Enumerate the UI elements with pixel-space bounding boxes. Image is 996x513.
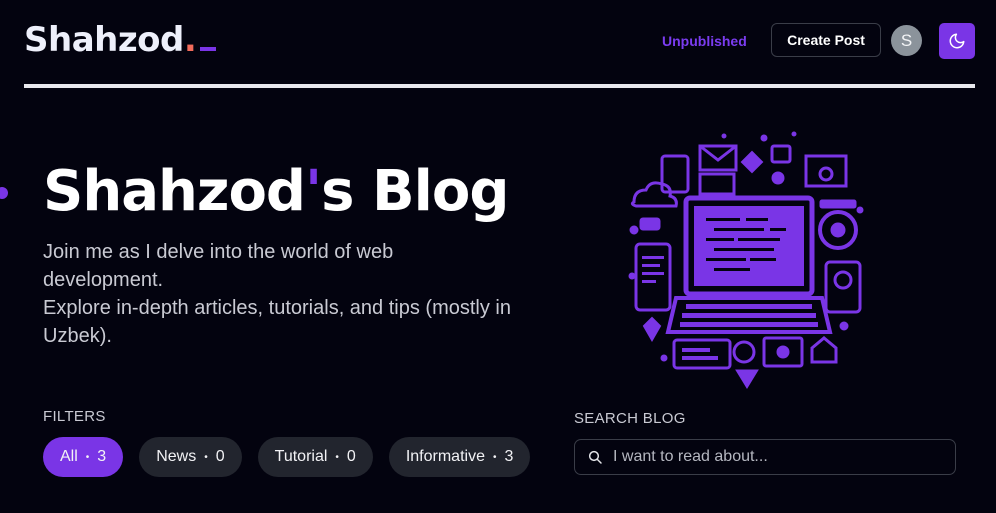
filter-chip-count: 0 [215, 448, 225, 465]
nav-unpublished-link[interactable]: Unpublished [662, 33, 747, 49]
theme-toggle-button[interactable] [939, 23, 975, 59]
filters-label: FILTERS [43, 408, 106, 425]
title-apostrophe: ' [305, 159, 322, 224]
search-label: SEARCH BLOG [574, 410, 686, 427]
logo-text: Shahzod [24, 20, 184, 60]
side-indicator-dot [0, 187, 8, 199]
filter-chip-group: All • 3 News • 0 Tutorial • 0 Informativ… [43, 437, 531, 477]
header-divider [24, 84, 975, 88]
title-part-name: Shahzod [43, 159, 306, 224]
filter-chip-count: 0 [346, 448, 356, 465]
filter-chip-news[interactable]: News • 0 [139, 437, 242, 477]
filter-chip-separator: • [204, 451, 208, 463]
filter-chip-separator: • [85, 451, 90, 463]
logo-dot: . [183, 20, 197, 60]
avatar[interactable]: S [891, 25, 922, 56]
filter-chip-label: Informative [405, 448, 485, 465]
filter-chip-label: All [60, 448, 78, 465]
filter-chip-informative[interactable]: Informative • 3 [388, 437, 531, 477]
search-input[interactable] [611, 447, 955, 467]
hero-description-line-2: Explore in-depth articles, tutorials, an… [43, 297, 511, 347]
filter-chip-label: Tutorial [274, 448, 328, 465]
filter-chip-separator: • [492, 451, 497, 463]
laptop-illustration [628, 131, 864, 389]
page-title: Shahzod's Blog [43, 157, 509, 227]
filter-chip-count: 3 [504, 448, 514, 465]
filter-chip-all[interactable]: All • 3 [43, 437, 124, 477]
title-part-blog: s Blog [321, 159, 509, 224]
site-logo[interactable]: Shahzod. [24, 20, 217, 60]
filter-chip-label: News [156, 448, 197, 465]
logo-cursor [200, 47, 217, 51]
moon-icon [949, 33, 965, 49]
filter-chip-count: 3 [97, 448, 107, 465]
create-post-button[interactable]: Create Post [771, 23, 881, 57]
search-icon [588, 450, 602, 464]
filter-chip-separator: • [335, 451, 339, 463]
filter-chip-tutorial[interactable]: Tutorial • 0 [257, 437, 373, 477]
search-box[interactable] [574, 439, 956, 475]
hero-description: Join me as I delve into the world of web… [43, 238, 513, 350]
hero-description-line-1: Join me as I delve into the world of web… [43, 241, 394, 291]
